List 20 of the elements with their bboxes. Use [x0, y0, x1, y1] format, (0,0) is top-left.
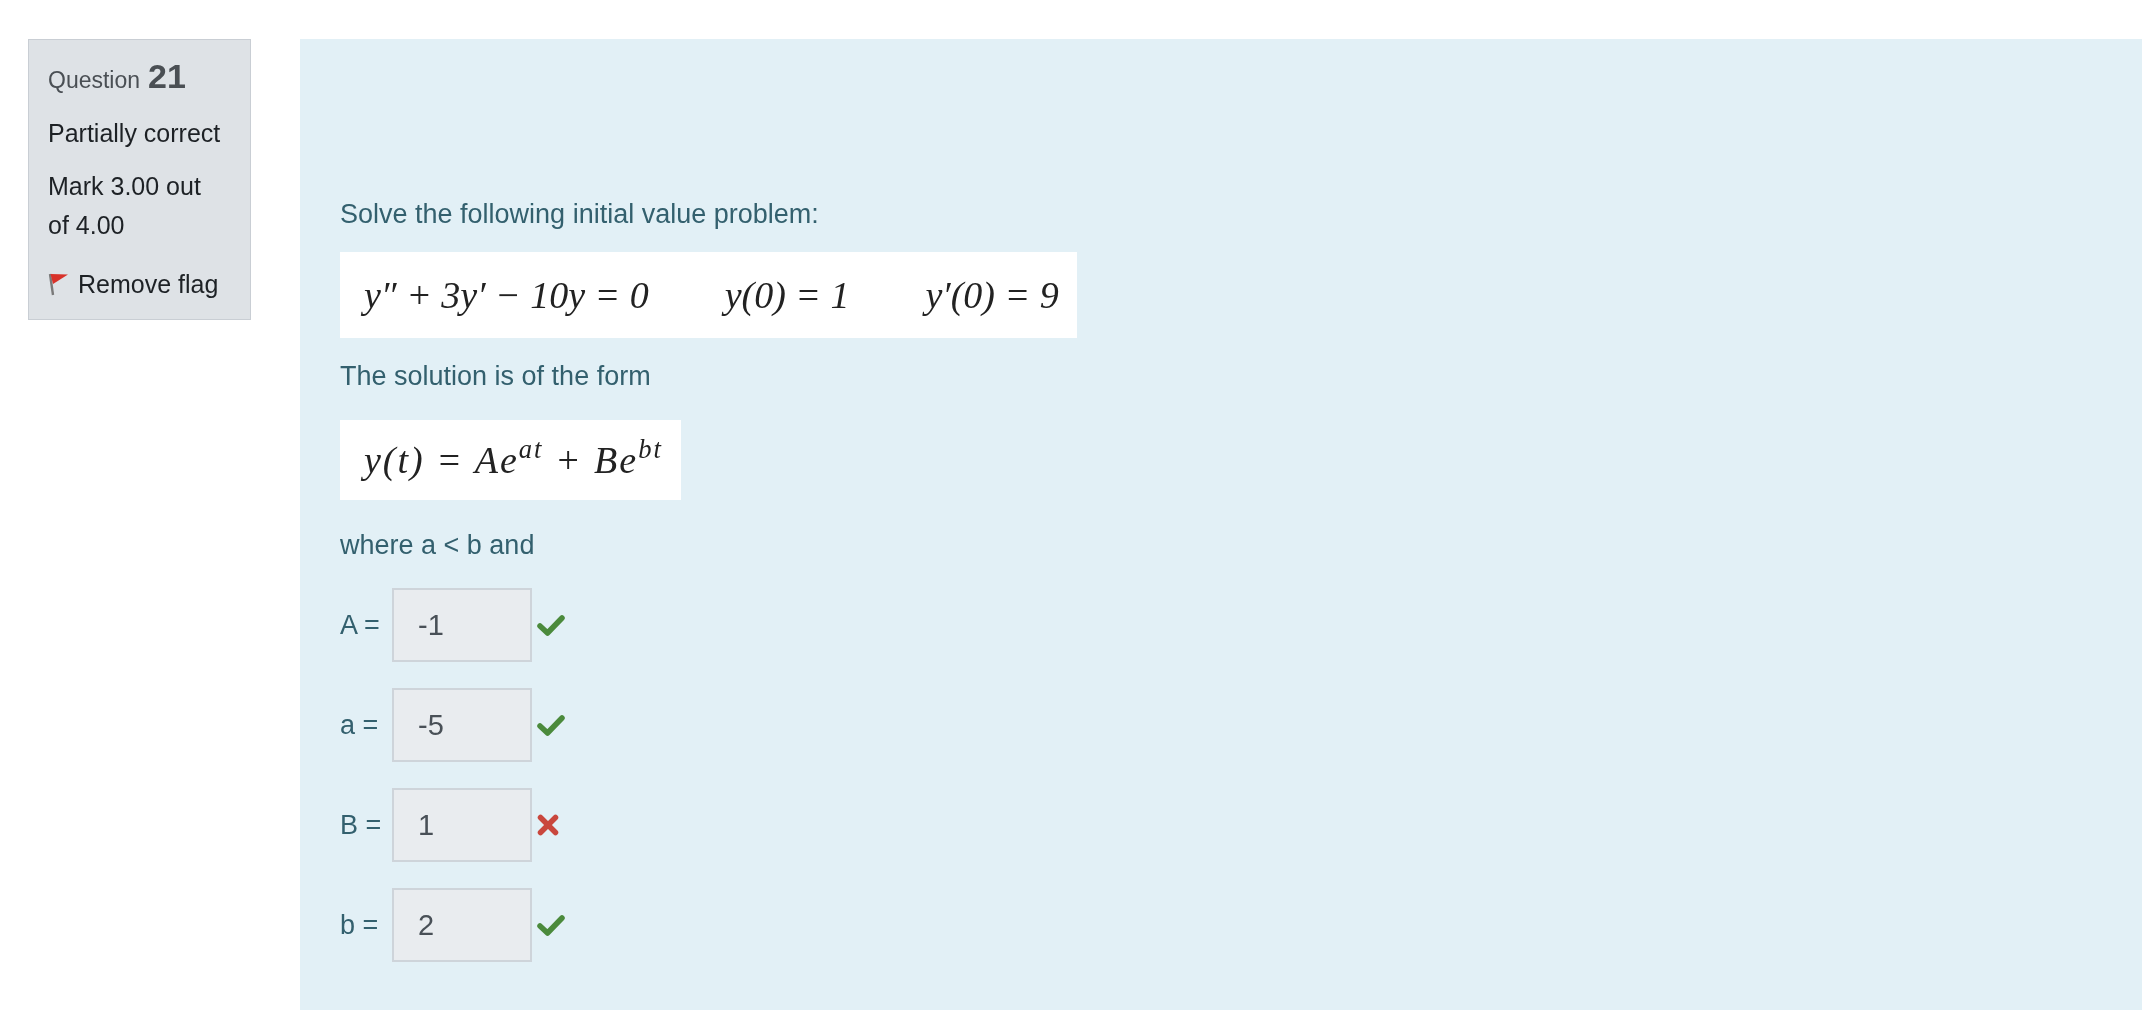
math-equation: y(0) = 1 [719, 272, 853, 318]
answer-field[interactable]: 1 [392, 788, 532, 862]
answer-label: a = [340, 709, 380, 742]
condition-text: where a < b and [340, 529, 535, 562]
math-equation: y′(0) = 9 [920, 272, 1062, 318]
question-label: Question [48, 67, 141, 94]
answer-label: b = [340, 909, 380, 942]
answer-label: A = [340, 609, 381, 642]
form-intro-text: The solution is of the form [340, 360, 651, 393]
question-grade: Mark 3.00 out of 4.00 [48, 171, 202, 241]
math-formula: y(t) = Ae$^{at}$ + Be$^{bt}$ [359, 437, 666, 483]
question-number: 21 [148, 57, 186, 96]
answer-field[interactable]: 2 [392, 888, 532, 962]
answer-field[interactable]: -1 [392, 588, 532, 662]
flag-toggle-link[interactable]: Remove flag [48, 267, 219, 301]
question-state: Partially correct [48, 118, 221, 149]
question-prompt: Solve the following initial value problem: [340, 198, 819, 231]
math-equation: y″ + 3y′ − 10y = 0 [359, 272, 652, 318]
answer-label: B = [340, 809, 383, 842]
answer-field[interactable]: -5 [392, 688, 532, 762]
